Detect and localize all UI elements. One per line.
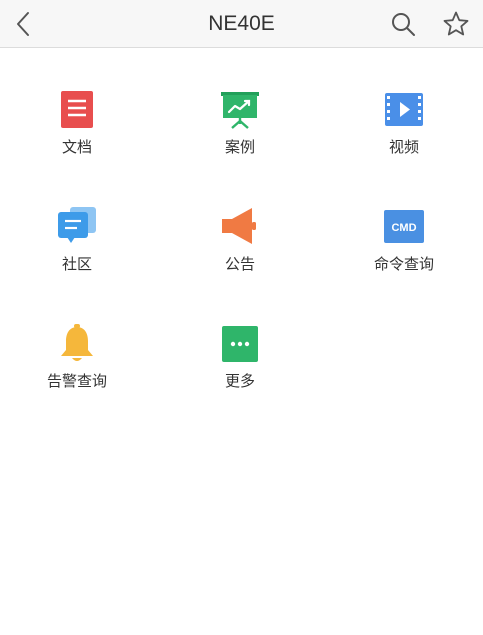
tile-label: 案例 bbox=[224, 138, 255, 156]
tile-community[interactable]: 社区 bbox=[22, 207, 132, 307]
tile-label: 告警查询 bbox=[46, 372, 107, 390]
cmd-icon-text: CMD bbox=[391, 222, 416, 234]
tile-document[interactable]: 文档 bbox=[22, 90, 132, 190]
star-icon bbox=[443, 11, 469, 36]
search-icon bbox=[392, 13, 415, 36]
tile-announcement[interactable]: 公告 bbox=[185, 207, 295, 307]
tile-label: 公告 bbox=[224, 255, 255, 273]
presentation-chart-icon bbox=[221, 92, 259, 129]
chat-bubbles-icon bbox=[58, 207, 96, 243]
megaphone-icon bbox=[222, 208, 256, 244]
tile-label: 更多 bbox=[224, 372, 255, 390]
document-icon bbox=[61, 91, 93, 128]
tile-alarm-query[interactable]: 告警查询 bbox=[22, 324, 132, 424]
more-icon bbox=[222, 326, 258, 362]
tile-command-query[interactable]: CMD 命令查询 bbox=[349, 207, 459, 307]
tile-label: 社区 bbox=[61, 255, 92, 273]
tile-cases[interactable]: 案例 bbox=[185, 90, 295, 190]
favorite-button[interactable] bbox=[439, 7, 473, 41]
tile-more[interactable]: 更多 bbox=[185, 324, 295, 424]
bell-icon bbox=[61, 324, 93, 361]
tile-label: 命令查询 bbox=[373, 255, 434, 273]
top-navigation-bar: NE40E bbox=[0, 0, 483, 48]
video-icon bbox=[385, 93, 423, 126]
search-button[interactable] bbox=[387, 8, 419, 40]
cmd-icon: CMD bbox=[384, 210, 424, 243]
tile-video[interactable]: 视频 bbox=[349, 90, 459, 190]
tile-label: 文档 bbox=[61, 138, 92, 156]
tile-label: 视频 bbox=[388, 138, 419, 156]
